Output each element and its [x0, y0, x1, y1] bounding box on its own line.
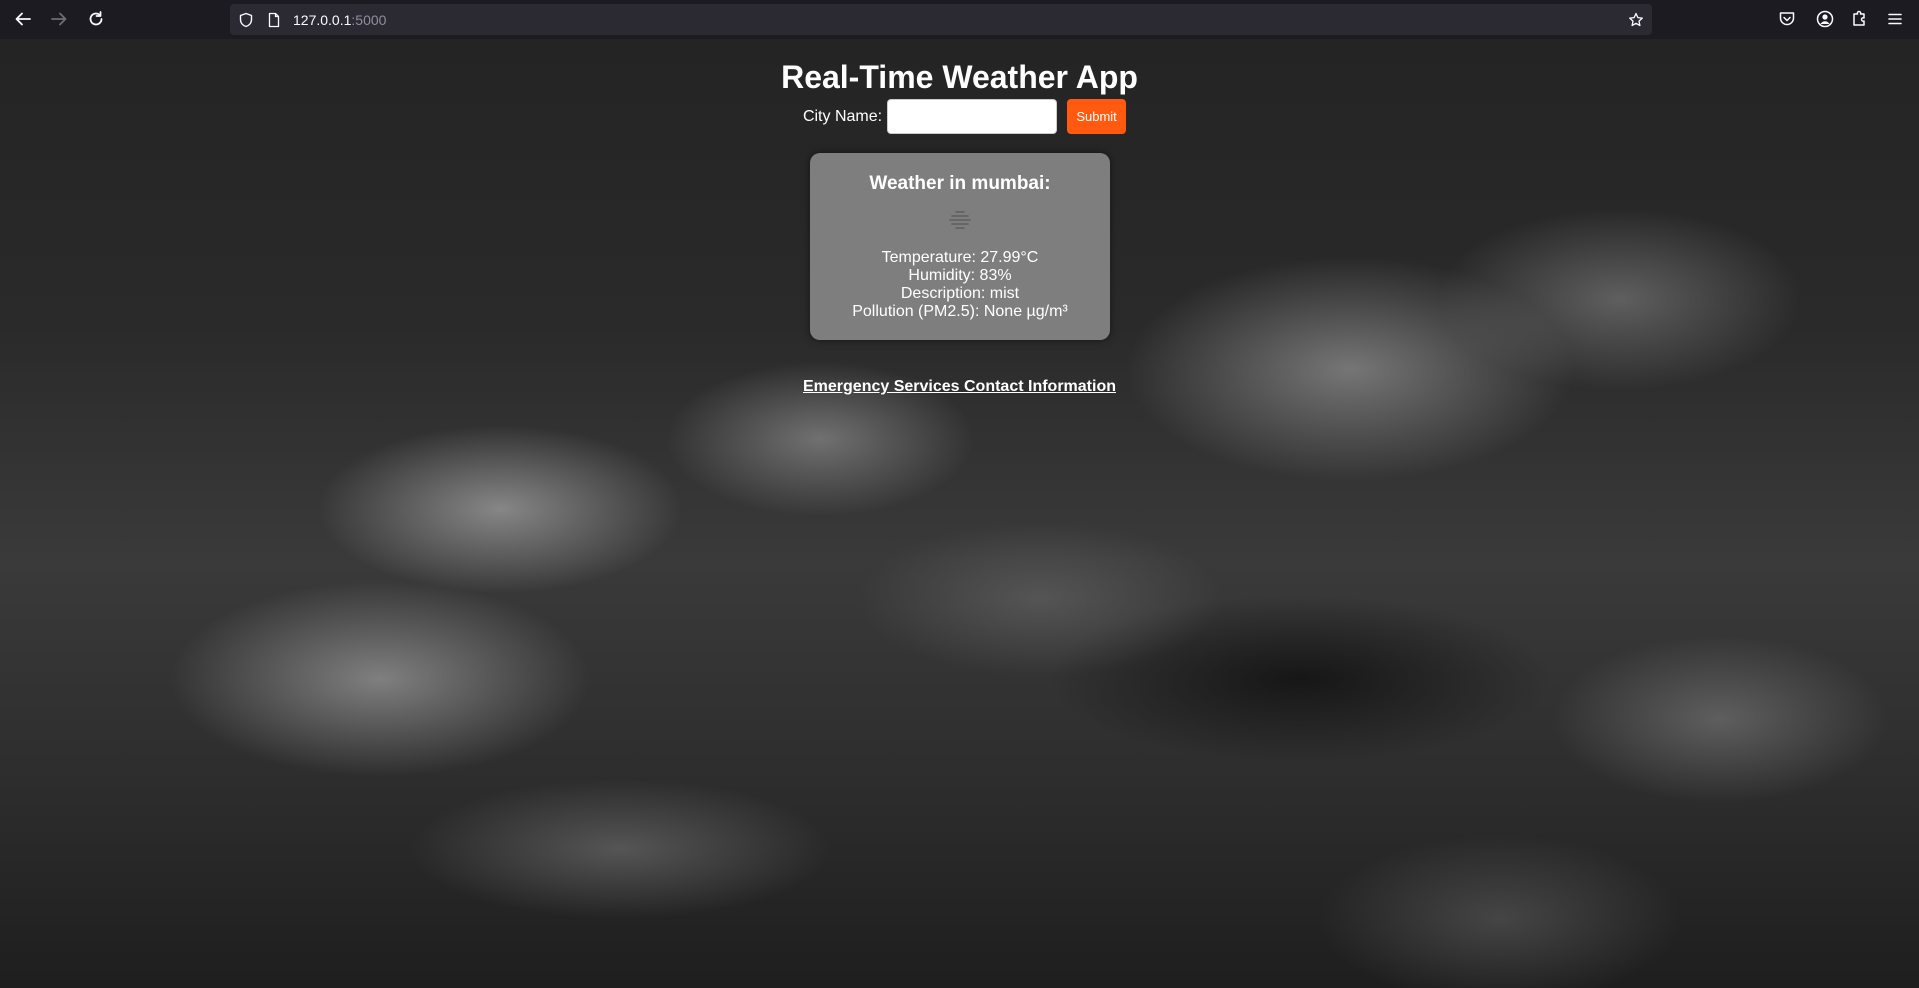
emergency-services-link[interactable]: Emergency Services Contact Information [803, 378, 1116, 395]
browser-toolbar: 127.0.0.1:5000 [0, 0, 1919, 39]
page-icon [266, 12, 282, 28]
back-arrow-icon[interactable] [12, 8, 34, 30]
submit-button[interactable]: Submit [1067, 99, 1127, 134]
city-name-label: City Name: [802, 107, 883, 125]
weather-heading: Weather in mumbai: [869, 173, 1051, 194]
page-title: Real-Time Weather App [781, 59, 1138, 95]
url-bar[interactable]: 127.0.0.1:5000 [230, 4, 1652, 35]
forward-arrow-icon[interactable] [48, 8, 70, 30]
shield-icon[interactable] [238, 12, 254, 28]
url-host: 127.0.0.1 [293, 12, 352, 28]
pollution-text: Pollution (PM2.5): None µg/m³ [852, 303, 1068, 320]
url-text[interactable]: 127.0.0.1:5000 [293, 12, 386, 28]
emergency-link-container: Emergency Services Contact Information [0, 378, 1919, 396]
extensions-icon[interactable] [1849, 9, 1869, 29]
weather-details: Temperature: 27.99°C Humidity: 83% Descr… [810, 249, 1110, 321]
menu-icon[interactable] [1885, 9, 1905, 29]
humidity-text: Humidity: 83% [908, 267, 1012, 284]
url-port: :5000 [351, 12, 387, 28]
city-form: City Name: Submit [0, 98, 1919, 135]
page-viewport: Real-Time Weather App City Name: Submit … [0, 39, 1919, 988]
pocket-icon[interactable] [1777, 9, 1797, 29]
temperature-text: Temperature: 27.99°C [881, 249, 1039, 266]
city-name-input[interactable] [887, 99, 1058, 134]
account-icon[interactable] [1815, 9, 1835, 29]
reload-icon[interactable] [85, 8, 107, 30]
weather-card: Weather in mumbai: Temperature: 27.99°C … [810, 153, 1110, 340]
mist-icon [946, 208, 974, 232]
description-text: Description: mist [900, 285, 1020, 302]
star-icon[interactable] [1628, 12, 1644, 28]
